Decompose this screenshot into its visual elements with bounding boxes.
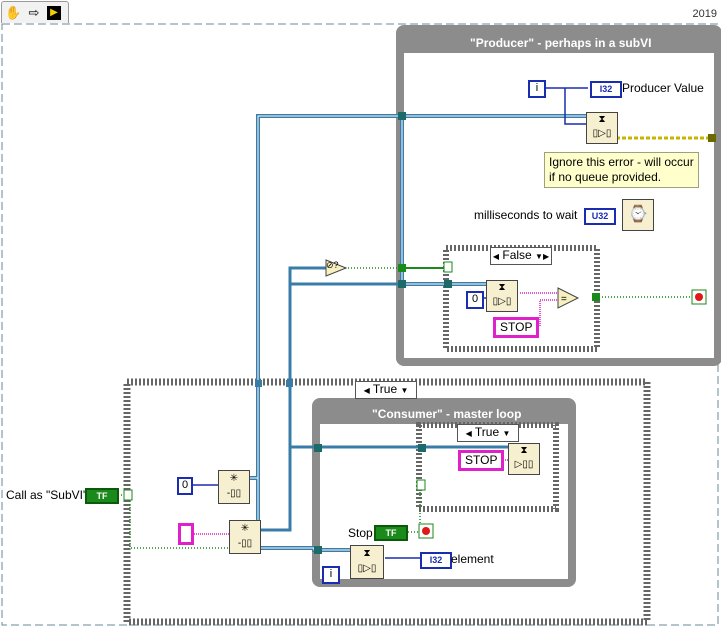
producer-loop — [396, 25, 721, 366]
obtain-notifier-node[interactable]: ✳ -▯▯ — [229, 520, 261, 554]
consumer-stop-icon — [422, 527, 430, 535]
case-prev-icon[interactable]: ◀ — [493, 252, 499, 261]
case-next-icon[interactable]: ▼▶ — [535, 252, 549, 261]
wait-label: milliseconds to wait — [474, 208, 578, 222]
consumer-dequeue-node[interactable]: ⧗ ▯▷▯ — [350, 545, 384, 579]
outer-case-label: True — [372, 382, 398, 396]
error-note-line-2: if no queue provided. — [549, 170, 662, 184]
outer-zero-constant[interactable]: 0 — [177, 477, 193, 495]
call-as-subvi-label: Call as "SubVI" — [6, 488, 88, 502]
producer-stop-constant[interactable]: STOP — [493, 317, 540, 338]
error-note: Ignore this error - will occur if no que… — [544, 152, 699, 188]
outer-case-next-icon[interactable]: ▼ — [400, 386, 408, 395]
producer-value-type: I32 — [590, 81, 622, 98]
element-label: element — [451, 552, 494, 566]
consumer-case-selector[interactable]: ◀ True ▼ — [457, 424, 519, 442]
not-a-refnum-label: ⊘? — [326, 260, 339, 270]
stop-control[interactable]: TF — [374, 525, 408, 541]
call-as-subvi-control[interactable]: TF — [85, 488, 119, 504]
consumer-loop-title: "Consumer" - master loop — [372, 407, 522, 421]
producer-stop-icon — [695, 293, 703, 301]
wait-type: U32 — [584, 208, 616, 225]
stop-label: Stop — [348, 526, 373, 540]
producer-zero-constant[interactable]: 0 — [466, 291, 484, 309]
enqueue-element-node[interactable]: ⧗ ▯▷▯ — [586, 112, 618, 144]
producer-case-label: False — [502, 248, 532, 262]
consumer-enqueue-node[interactable]: ⧗ ▷▯▯ — [508, 443, 540, 475]
error-note-line-1: Ignore this error - will occur — [549, 155, 694, 169]
producer-case-selector[interactable]: ◀ False ▼▶ — [490, 247, 552, 265]
consumer-iteration-terminal: i — [322, 566, 340, 584]
equal-symbol: = — [561, 294, 567, 305]
wait-node[interactable]: ⌚ — [622, 199, 654, 231]
element-type: I32 — [420, 552, 452, 569]
empty-string-constant[interactable] — [178, 523, 194, 545]
outer-case-prev-icon[interactable]: ◀ — [364, 386, 370, 395]
producer-value-label: Producer Value — [622, 81, 704, 95]
producer-dequeue-node[interactable]: ⧗ ▯▷▯ — [486, 280, 518, 312]
consumer-case-prev-icon[interactable]: ◀ — [466, 429, 472, 438]
outer-case-selector[interactable]: ◀ True ▼ — [355, 381, 417, 399]
consumer-case-label: True — [474, 425, 500, 439]
consumer-stop-constant[interactable]: STOP — [458, 450, 505, 471]
producer-iteration-terminal: i — [528, 80, 546, 98]
consumer-case-next-icon[interactable]: ▼ — [502, 429, 510, 438]
producer-loop-title: "Producer" - perhaps in a subVI — [470, 36, 652, 50]
obtain-queue-node[interactable]: ✳ -▯▯ — [218, 470, 250, 504]
